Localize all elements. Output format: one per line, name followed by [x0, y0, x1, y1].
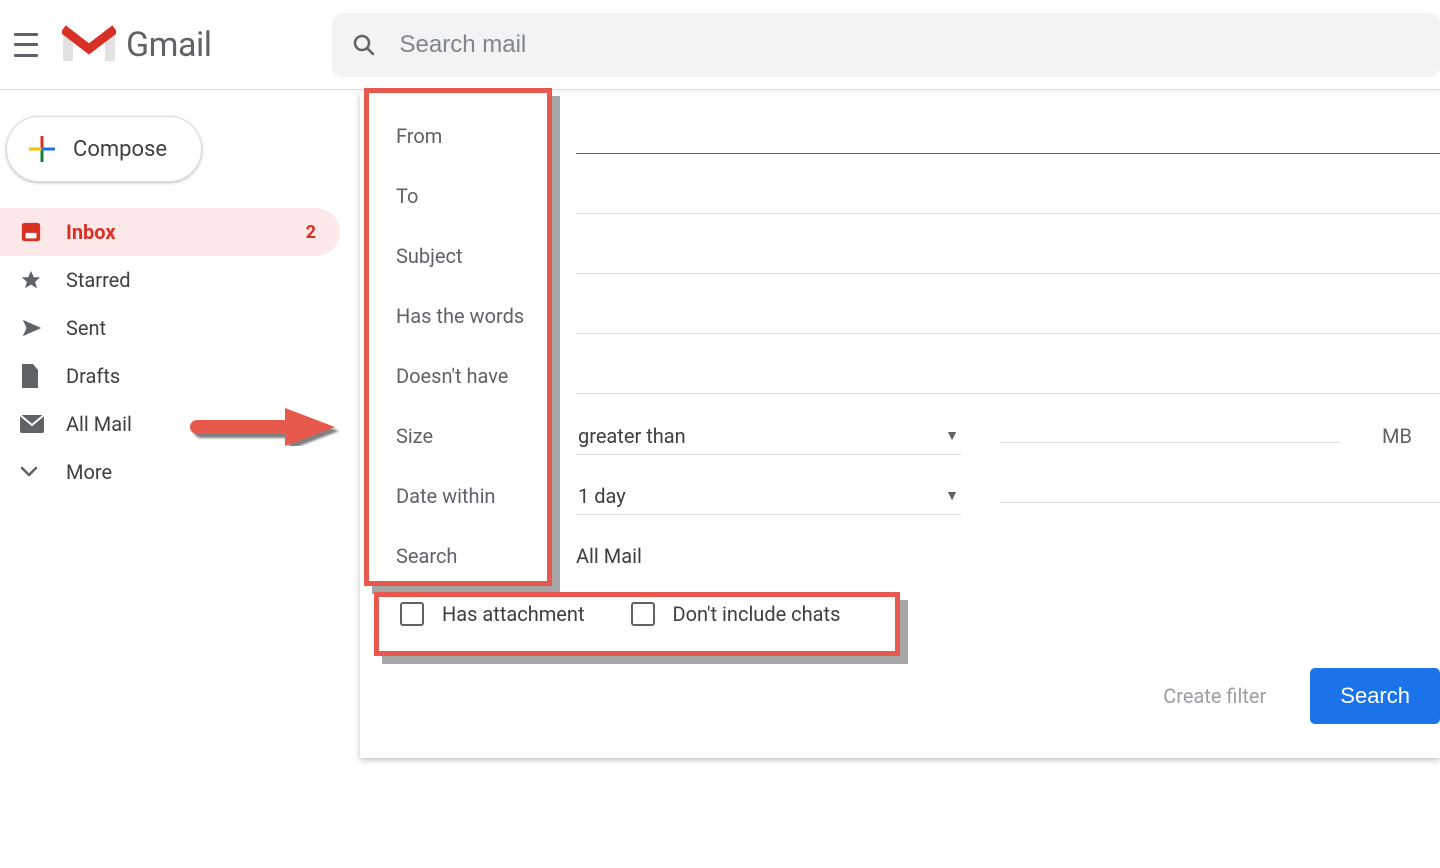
date-label: Date within: [396, 484, 576, 508]
haswords-input[interactable]: [576, 298, 1440, 334]
gmail-logo[interactable]: Gmail: [62, 25, 212, 65]
size-value-input[interactable]: [1001, 430, 1340, 443]
sidebar-item-label: Sent: [66, 316, 316, 340]
search-button[interactable]: Search: [1310, 668, 1440, 724]
has-attachment-label: Has attachment: [442, 602, 585, 626]
inbox-icon: [20, 220, 54, 244]
to-label: To: [396, 184, 576, 208]
size-unit-value: MB: [1382, 424, 1412, 448]
date-range-value: 1 day: [578, 484, 626, 508]
gmail-logo-text: Gmail: [126, 25, 212, 65]
size-label: Size: [396, 424, 576, 448]
size-unit-select[interactable]: MB: [1380, 418, 1440, 454]
menu-icon[interactable]: [14, 33, 38, 57]
filter-checkboxes: Has attachment Don't include chats: [360, 586, 1440, 642]
size-operator-value: greater than: [578, 424, 686, 448]
plus-icon: [29, 136, 55, 162]
search-filter-panel: From To Subject Has the words Doesn't ha…: [360, 92, 1440, 758]
sidebar-item-inbox[interactable]: Inbox 2: [0, 208, 340, 256]
size-operator-select[interactable]: greater than ▼: [576, 418, 961, 455]
dont-include-chats-label: Don't include chats: [673, 602, 841, 626]
sidebar-item-label: Starred: [66, 268, 316, 292]
sidebar: Compose Inbox 2 Starred Sent Drafts: [0, 90, 360, 868]
sidebar-item-label: Drafts: [66, 364, 316, 388]
app-header: Gmail: [0, 0, 1440, 90]
chevron-down-icon: [20, 460, 54, 484]
filter-row-doesnthave: Doesn't have: [360, 346, 1440, 406]
doesnthave-label: Doesn't have: [396, 364, 576, 388]
filter-row-date: Date within 1 day ▼: [360, 466, 1440, 526]
search-input[interactable]: [400, 31, 1420, 59]
subject-input[interactable]: [576, 238, 1440, 274]
filter-actions: Create filter Search: [360, 642, 1440, 724]
checkbox-icon: [631, 602, 655, 626]
dont-include-chats-checkbox[interactable]: Don't include chats: [631, 602, 841, 626]
chevron-down-icon: ▼: [945, 427, 959, 444]
filter-row-size: Size greater than ▼ MB: [360, 406, 1440, 466]
create-filter-button: Create filter: [1163, 684, 1266, 708]
search-icon[interactable]: [352, 33, 376, 57]
star-icon: [20, 268, 54, 292]
sidebar-item-starred[interactable]: Starred: [0, 256, 340, 304]
subject-label: Subject: [396, 244, 576, 268]
haswords-label: Has the words: [396, 304, 576, 328]
search-scope-label: Search: [396, 544, 576, 568]
annotation-arrow-icon: [190, 406, 340, 446]
inbox-badge: 2: [306, 222, 316, 243]
compose-label: Compose: [73, 137, 167, 162]
from-label: From: [396, 124, 576, 148]
checkbox-icon: [400, 602, 424, 626]
to-input[interactable]: [576, 178, 1440, 214]
search-bar[interactable]: [332, 13, 1440, 77]
from-input[interactable]: [576, 118, 1440, 154]
filter-row-haswords: Has the words: [360, 286, 1440, 346]
chevron-down-icon: ▼: [945, 487, 959, 504]
filter-row-to: To: [360, 166, 1440, 226]
allmail-icon: [20, 412, 54, 436]
gmail-icon: [62, 25, 116, 65]
sidebar-item-label: More: [66, 460, 316, 484]
filter-row-from: From: [360, 106, 1440, 166]
filter-row-subject: Subject: [360, 226, 1440, 286]
filter-row-search: Search All Mail: [360, 526, 1440, 586]
sidebar-item-label: Inbox: [66, 220, 306, 244]
sidebar-item-drafts[interactable]: Drafts: [0, 352, 340, 400]
doesnthave-input[interactable]: [576, 358, 1440, 394]
sidebar-item-sent[interactable]: Sent: [0, 304, 340, 352]
compose-button[interactable]: Compose: [6, 116, 202, 182]
date-value-input[interactable]: [1001, 490, 1440, 503]
search-scope-select[interactable]: All Mail: [576, 544, 642, 568]
drafts-icon: [20, 364, 54, 388]
has-attachment-checkbox[interactable]: Has attachment: [400, 602, 585, 626]
sidebar-item-more[interactable]: More: [0, 448, 340, 496]
date-range-select[interactable]: 1 day ▼: [576, 478, 961, 515]
sent-icon: [20, 316, 54, 340]
